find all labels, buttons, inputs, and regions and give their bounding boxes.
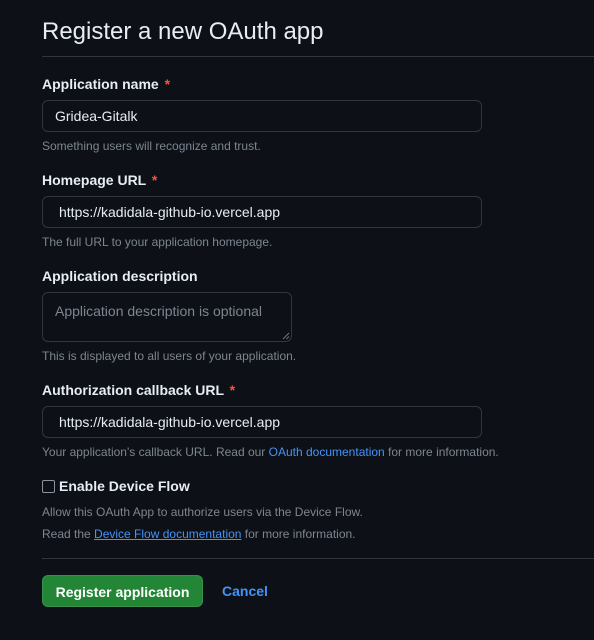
device-flow-documentation-link[interactable]: Device Flow documentation [94, 527, 241, 541]
description-label: Application description [42, 266, 198, 286]
device-flow-note-line2: Read the Device Flow documentation for m… [42, 525, 356, 543]
callback-url-note-suffix: for more information. [384, 445, 499, 459]
description-note: This is displayed to all users of your a… [42, 349, 297, 363]
callback-url-input[interactable] [42, 406, 482, 438]
callback-url-note: Your application's callback URL. Read ou… [42, 443, 499, 461]
register-application-button[interactable]: Register application [42, 575, 203, 607]
callback-url-label: Authorization callback URL * [42, 380, 235, 400]
callback-url-required-mark: * [229, 382, 236, 398]
app-name-input[interactable] [42, 100, 482, 132]
description-textarea[interactable] [42, 292, 292, 342]
device-flow-checkbox[interactable] [42, 479, 55, 493]
description-label-text: Application description [42, 268, 198, 284]
device-flow-label[interactable]: Enable Device Flow [59, 476, 190, 496]
device-flow-note-suffix: for more information. [241, 527, 356, 541]
homepage-url-label: Homepage URL * [42, 170, 157, 190]
device-flow-note-line1: Allow this OAuth App to authorize users … [42, 505, 363, 519]
callback-url-note-prefix: Your application's callback URL. Read ou… [42, 445, 269, 459]
resize-grip-icon[interactable] [282, 332, 290, 340]
app-name-note: Something users will recognize and trust… [42, 139, 261, 153]
oauth-documentation-link[interactable]: OAuth documentation [269, 445, 385, 459]
homepage-url-required-mark: * [151, 172, 158, 188]
homepage-url-input[interactable] [42, 196, 482, 228]
app-name-label: Application name * [42, 74, 170, 94]
app-name-required-mark: * [164, 76, 171, 92]
device-flow-row[interactable]: Enable Device Flow [42, 476, 190, 496]
cancel-link[interactable]: Cancel [222, 581, 268, 601]
callback-url-label-text: Authorization callback URL [42, 382, 224, 398]
actions-divider [42, 558, 594, 559]
oauth-app-registration-page: Register a new OAuth app Application nam… [0, 0, 594, 640]
device-flow-note-prefix: Read the [42, 527, 95, 541]
homepage-url-label-text: Homepage URL [42, 172, 146, 188]
app-name-label-text: Application name [42, 76, 159, 92]
homepage-url-note: The full URL to your application homepag… [42, 235, 273, 249]
title-divider [42, 56, 594, 57]
page-title: Register a new OAuth app [42, 18, 324, 45]
